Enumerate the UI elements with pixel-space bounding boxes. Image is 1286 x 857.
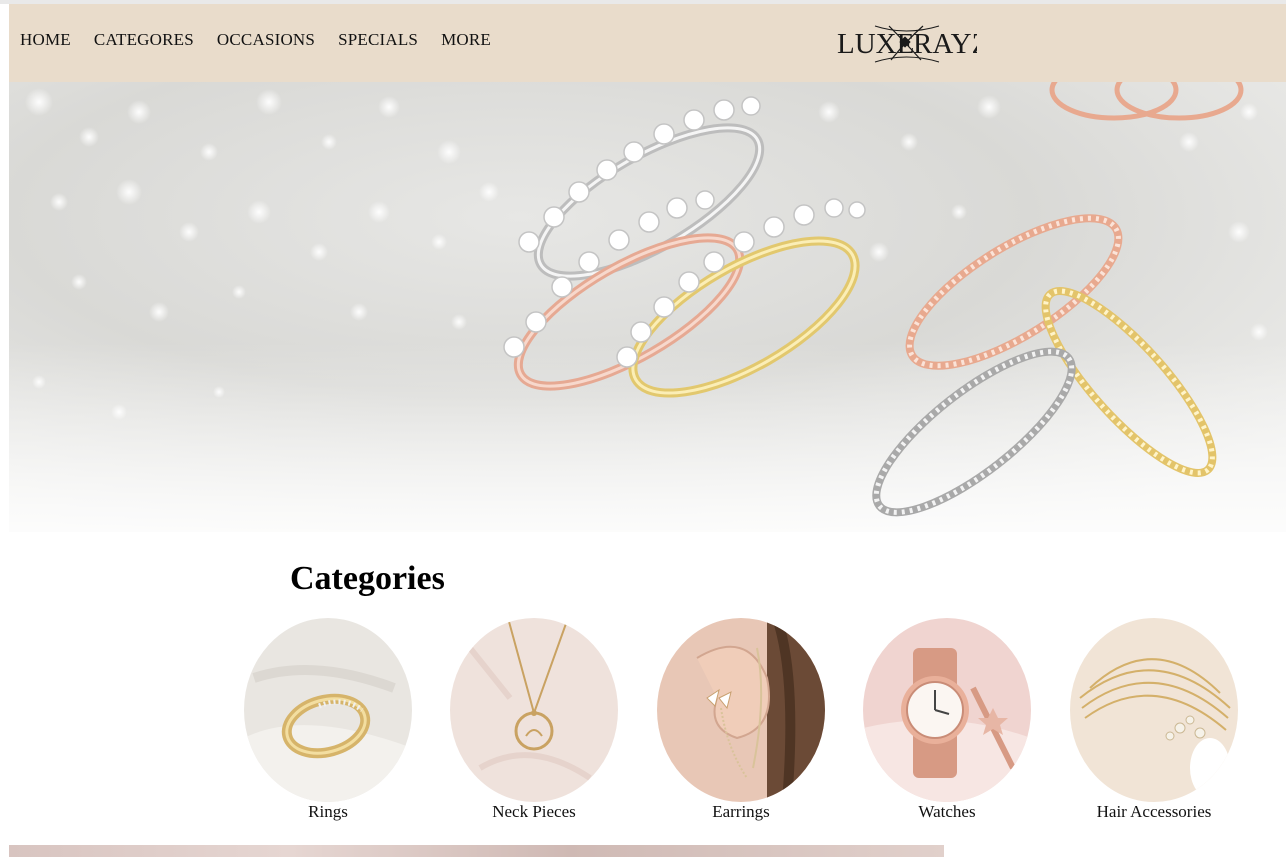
category-label: Rings [308, 802, 348, 821]
category-label: Earrings [712, 802, 770, 821]
category-watches[interactable]: Watches [862, 618, 1032, 822]
nav-home[interactable]: HOME [20, 30, 71, 50]
hero-banner[interactable] [9, 82, 1286, 532]
logo-text-right: RAYZ [913, 28, 977, 60]
logo-text-left: LUXE [837, 28, 914, 60]
watch-icon [863, 618, 1031, 802]
earring-icon [657, 618, 825, 802]
next-section-banner [9, 845, 944, 857]
category-hair-accessories[interactable]: Hair Accessories [1069, 618, 1239, 822]
necklace-icon [450, 618, 618, 802]
hero-image [9, 82, 1286, 532]
categories-heading: Categories [290, 560, 445, 597]
category-label: Watches [918, 802, 976, 821]
nav-categories[interactable]: CATEGORES [94, 30, 194, 50]
nav-specials[interactable]: SPECIALS [338, 30, 418, 50]
nav-occasions[interactable]: OCCASIONS [217, 30, 315, 50]
category-neck-pieces[interactable]: Neck Pieces [449, 618, 619, 822]
category-rings[interactable]: Rings [243, 618, 413, 822]
left-gutter [0, 4, 9, 857]
category-earrings[interactable]: Earrings [656, 618, 826, 822]
ring-icon [244, 618, 412, 802]
hair-accessory-icon [1070, 618, 1238, 802]
category-label: Neck Pieces [492, 802, 576, 821]
navbar: HOME CATEGORES OCCASIONS SPECIALS MORE L… [9, 4, 1286, 82]
brand-logo[interactable]: LUXE RAYZ [835, 18, 989, 68]
category-label: Hair Accessories [1096, 802, 1212, 821]
nav-more[interactable]: MORE [441, 30, 491, 50]
main-nav: HOME CATEGORES OCCASIONS SPECIALS MORE [20, 30, 514, 50]
logo-mark: LUXE RAYZ [837, 25, 989, 63]
